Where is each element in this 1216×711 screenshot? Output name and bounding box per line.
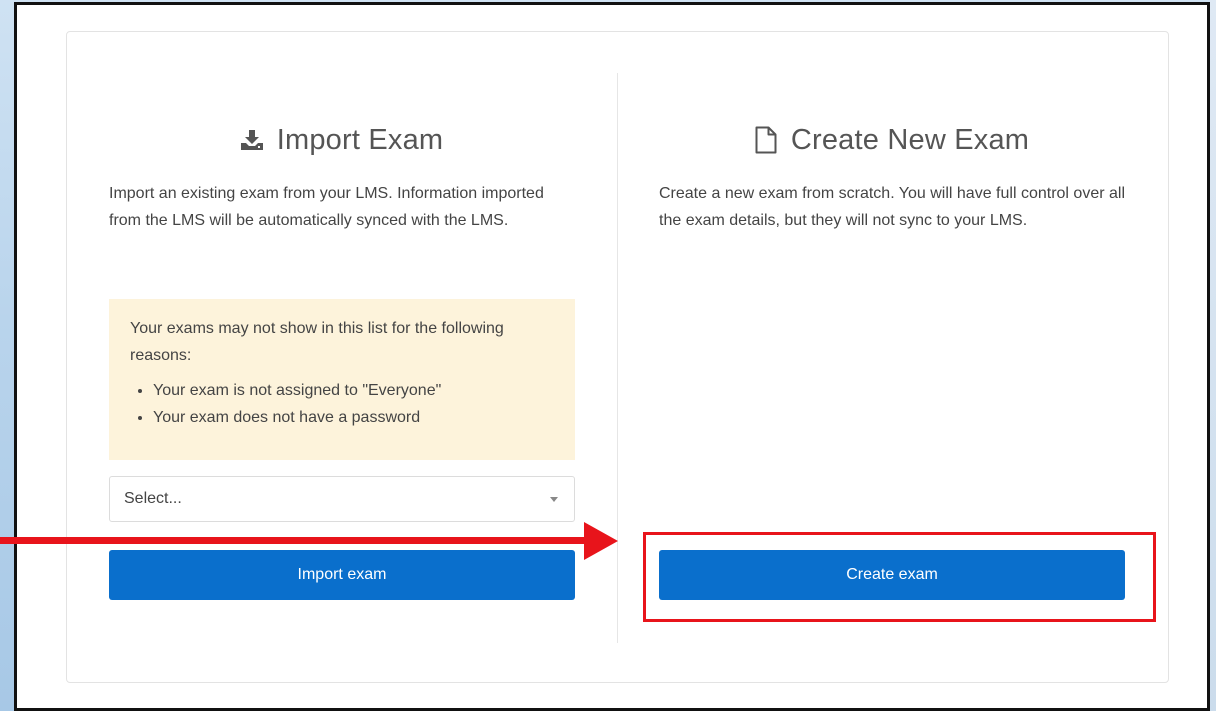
import-exam-heading: Import Exam (109, 117, 575, 163)
highlight-box (643, 532, 1156, 622)
exam-select-placeholder: Select... (124, 490, 182, 507)
create-exam-title: Create New Exam (790, 123, 1030, 156)
chevron-down-icon (550, 496, 558, 502)
import-exam-title: Import Exam (276, 123, 444, 156)
notice-reason: Your exam is not assigned to "Everyone" (153, 377, 555, 404)
notice-reason: Your exam does not have a password (153, 404, 555, 431)
notice-intro: Your exams may not show in this list for… (130, 320, 504, 364)
import-exam-button[interactable]: Import exam (109, 550, 575, 600)
exam-select-dropdown[interactable]: Select... (109, 476, 575, 522)
import-notice: Your exams may not show in this list for… (109, 299, 575, 460)
notice-reasons-list: Your exam is not assigned to "Everyone" … (130, 377, 555, 431)
download-icon (240, 130, 263, 150)
create-exam-description: Create a new exam from scratch. You will… (659, 185, 1125, 229)
file-icon (755, 126, 777, 154)
create-exam-heading: Create New Exam (659, 117, 1125, 163)
import-exam-description: Import an existing exam from your LMS. I… (109, 185, 544, 229)
annotation-arrow (0, 537, 588, 544)
annotation-arrow-head (584, 522, 618, 560)
window-edge (1210, 0, 1216, 711)
